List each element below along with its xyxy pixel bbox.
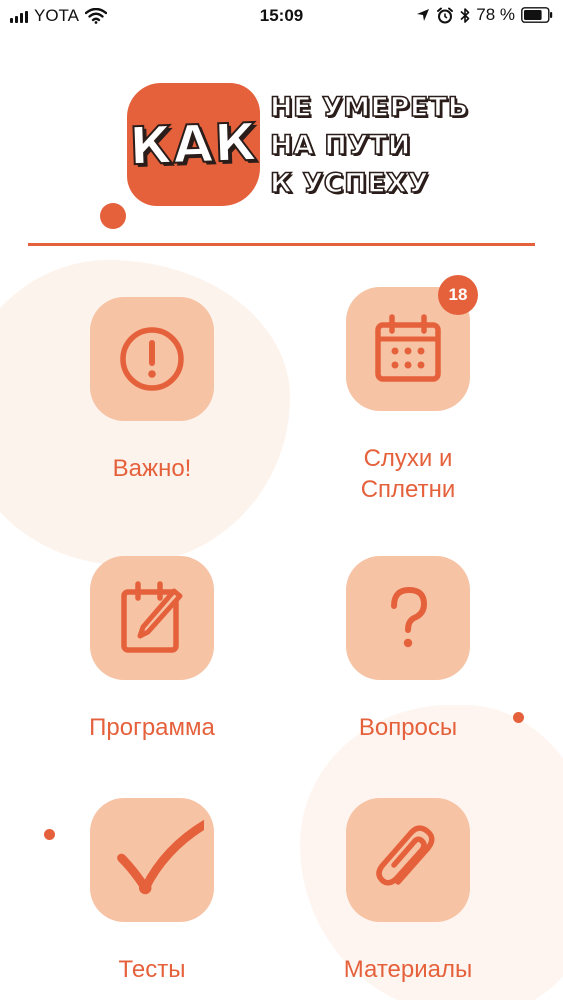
tile-icon-background [90,556,214,680]
tile-label: Слухи и Сплетни [288,443,528,505]
question-icon [391,586,428,648]
logo-tagline-line: НЕ УМЕРЕТЬ [269,91,469,124]
location-icon [417,9,430,21]
battery-percent: 78 % [476,5,515,24]
logo-badge-text: КАК [127,111,259,177]
app-logo: КАК НЕ УМЕРЕТЬ НА ПУТИ К УСПЕХУ [100,75,469,235]
tile-materials[interactable]: Материалы [288,798,528,985]
tile-icon-background [90,297,214,421]
tile-label: Вопросы [358,714,458,741]
tile-icon-background: 18 [346,275,478,411]
tile-program[interactable]: Программа [32,556,272,743]
logo-dot [100,203,126,229]
app-screen: YOTA 15:09 78 % КАК НЕ УМЕРЕТЬ НА ПУТИ К… [0,0,563,1000]
tile-icon-background [346,798,470,922]
notepad-pencil-icon [121,581,183,653]
tile-important[interactable]: Важно! [32,297,272,484]
tile-icon-background [90,798,214,922]
battery-icon [521,7,553,23]
paperclip-icon [376,825,435,886]
bluetooth-icon [460,7,470,23]
logo-tagline-line: К УСПЕХУ [269,167,429,200]
tile-label-line: Слухи и [363,445,453,472]
tile-tests[interactable]: Тесты [32,798,272,985]
status-right: 78 % [416,5,553,25]
notification-badge: 18 [438,275,478,315]
tile-rumors[interactable]: 18 Слухи и Сплетни [288,275,528,505]
tile-label: Тесты [118,956,186,983]
tile-label: Важно! [112,455,192,482]
tile-questions[interactable]: Вопросы [288,556,528,743]
tile-label: Материалы [343,956,473,983]
decorative-dot [44,829,55,840]
tile-label-line: Сплетни [360,476,456,503]
exclamation-icon [120,327,184,391]
tile-icon-background [346,556,470,680]
checkmark-icon [117,819,204,895]
logo-tagline: НЕ УМЕРЕТЬ НА ПУТИ К УСПЕХУ [269,89,469,203]
calendar-icon [375,314,441,382]
status-bar: YOTA 15:09 78 % [0,0,563,34]
decorative-dot [513,712,524,723]
logo-tagline-line: НА ПУТИ [269,129,411,162]
logo-badge: КАК [127,83,260,206]
header-divider [28,243,535,246]
tile-label: Программа [89,714,215,741]
alarm-icon [437,7,454,23]
